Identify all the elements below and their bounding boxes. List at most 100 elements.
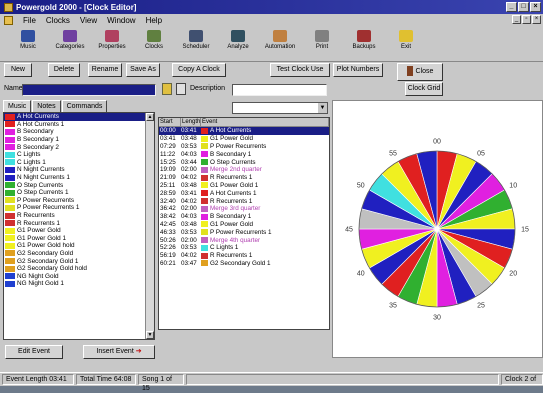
table-row[interactable]: 38:42 04:03 B Secondary 1 — [159, 213, 329, 221]
copy-clock-button[interactable]: Copy A Clock — [172, 63, 226, 77]
row-start: 46:33 — [160, 228, 176, 236]
list-item[interactable]: G1 Power Gold hold — [4, 242, 154, 250]
table-row[interactable]: 36:42 02:00 Merge 3rd quarter — [159, 205, 329, 213]
list-item[interactable]: NG Night Gold — [4, 272, 154, 280]
menu-file[interactable]: File — [23, 16, 36, 25]
list-item[interactable]: O Step Currents — [4, 181, 154, 189]
list-item[interactable]: B Secondary — [4, 128, 154, 136]
scroll-down-icon[interactable]: ▼ — [146, 331, 154, 339]
test-clock-use-button[interactable]: Test Clock Use — [270, 63, 330, 77]
event-color-swatch — [5, 189, 15, 196]
clock-grid[interactable]: Start Length Event 00:00 03:41 A Hot Curre… — [158, 117, 330, 330]
scroll-up-icon[interactable]: ▲ — [146, 113, 154, 121]
row-length: 04:02 — [181, 174, 197, 182]
mdi-restore-button[interactable]: ▫ — [522, 15, 531, 24]
table-row[interactable]: 19:09 02:00 Merge 2nd quarter — [159, 166, 329, 174]
plot-numbers-button[interactable]: Plot Numbers — [333, 63, 383, 77]
list-item[interactable]: C Lights — [4, 151, 154, 159]
list-item[interactable]: N Night Currents 1 — [4, 174, 154, 182]
table-row[interactable]: 07:29 03:53 P Power Recurrents — [159, 143, 329, 151]
list-item[interactable]: R Recurrents 1 — [4, 219, 154, 227]
maximize-button[interactable]: □ — [518, 2, 529, 12]
toolbar-music-button[interactable]: Music — [8, 28, 48, 60]
menu-clocks[interactable]: Clocks — [46, 16, 70, 25]
list-item[interactable]: O Step Currents 1 — [4, 189, 154, 197]
row-start: 28:59 — [160, 189, 176, 197]
list-item[interactable]: P Power Recurrents — [4, 197, 154, 205]
toolbar-categories-button[interactable]: Categories — [50, 28, 90, 60]
list-item[interactable]: P Power Recurrents 1 — [4, 204, 154, 212]
event-list-scrollbar[interactable]: ▲ ▼ — [145, 113, 154, 339]
list-item[interactable]: A Hot Currents 1 — [4, 121, 154, 129]
rename-button[interactable]: Rename — [88, 63, 122, 77]
clock-minute-label: 40 — [357, 271, 365, 278]
table-row[interactable]: 21:09 04:02 R Recurrents 1 — [159, 174, 329, 182]
row-length: 04:03 — [181, 213, 197, 221]
table-row[interactable]: 25:11 03:48 G1 Power Gold 1 — [159, 182, 329, 190]
table-row[interactable]: 15:25 03:44 O Step Currents — [159, 158, 329, 166]
table-row[interactable]: 42:45 03:48 G1 Power Gold — [159, 221, 329, 229]
table-row[interactable]: 32:40 04:02 R Recurrents 1 — [159, 197, 329, 205]
save-as-button[interactable]: Save As — [126, 63, 160, 77]
table-row[interactable]: 52:26 03:53 C Lights 1 — [159, 244, 329, 252]
list-item[interactable]: C Lights 1 — [4, 159, 154, 167]
list-item[interactable]: G2 Secondary Gold — [4, 250, 154, 258]
list-item[interactable]: A Hot Currents — [4, 113, 154, 121]
row-start: 03:41 — [160, 135, 176, 143]
close-button[interactable]: Close — [397, 63, 443, 81]
list-item[interactable]: G2 Secondary Gold hold — [4, 265, 154, 273]
tab-music[interactable]: Music — [3, 100, 32, 112]
menu-window[interactable]: Window — [107, 16, 135, 25]
tab-commands[interactable]: Commands — [61, 100, 108, 112]
clock-minute-label: 05 — [477, 150, 485, 157]
toolbar-clocks-button[interactable]: Clocks — [134, 28, 174, 60]
event-label: A Hot Currents — [17, 113, 59, 121]
minimize-button[interactable]: _ — [506, 2, 517, 12]
row-length: 04:02 — [181, 197, 197, 205]
table-row[interactable]: 50:26 02:00 Merge 4th quarter — [159, 236, 329, 244]
table-row[interactable]: 28:59 03:41 A Hot Currents 1 — [159, 189, 329, 197]
header-start: Start — [159, 118, 181, 126]
list-item[interactable]: B Secondary 2 — [4, 143, 154, 151]
list-item[interactable]: G2 Secondary Gold 1 — [4, 257, 154, 265]
menu-help[interactable]: Help — [146, 16, 162, 25]
new-button[interactable]: New — [4, 63, 32, 77]
status-clock: Clock 2 of — [501, 374, 543, 385]
event-color-swatch — [5, 121, 15, 128]
clock-selector[interactable]: ▼ — [232, 102, 328, 114]
edit-event-button[interactable]: Edit Event — [5, 345, 63, 359]
toolbar-automation-button[interactable]: Automation — [260, 28, 300, 60]
mdi-minimize-button[interactable]: _ — [512, 15, 521, 24]
toolbar-properties-button[interactable]: Properties — [92, 28, 132, 60]
clock-wheel: 00 05 10 15 20 25 30 35 40 45 50 55 — [345, 139, 529, 322]
row-color-swatch — [201, 260, 208, 267]
table-row[interactable]: 56:19 04:02 R Recurrents 1 — [159, 252, 329, 260]
mdi-close-button[interactable]: × — [532, 15, 541, 24]
description-field[interactable] — [232, 84, 327, 96]
list-item[interactable]: N Night Currents — [4, 166, 154, 174]
list-item[interactable]: G1 Power Gold 1 — [4, 235, 154, 243]
table-row[interactable]: 03:41 03:48 G1 Power Gold — [159, 135, 329, 143]
tab-notes[interactable]: Notes — [32, 100, 61, 112]
delete-button[interactable]: Delete — [48, 63, 80, 77]
table-row[interactable]: 60:21 03:47 G2 Secondary Gold 1 — [159, 260, 329, 268]
menu-view[interactable]: View — [80, 16, 97, 25]
event-list[interactable]: A Hot Currents A Hot Currents 1B Secondar… — [3, 112, 155, 340]
list-item[interactable]: R Recurrents — [4, 212, 154, 220]
close-window-button[interactable]: × — [530, 2, 541, 12]
list-item[interactable]: NG Night Gold 1 — [4, 280, 154, 288]
table-row[interactable]: 11:22 04:03 B Secondary 1 — [159, 150, 329, 158]
table-row[interactable]: 46:33 03:53 P Power Recurrents 1 — [159, 228, 329, 236]
insert-event-button[interactable]: Insert Event ➔ — [83, 345, 155, 359]
name-field[interactable] — [22, 84, 156, 96]
toolbar-print-button[interactable]: Print — [302, 28, 342, 60]
list-item[interactable]: G1 Power Gold — [4, 227, 154, 235]
toolbar-backups-button[interactable]: Backups — [344, 28, 384, 60]
list-item[interactable]: B Secondary 1 — [4, 136, 154, 144]
toolbar-scheduler-button[interactable]: Scheduler — [176, 28, 216, 60]
clock-grid-button[interactable]: Clock Grid — [405, 82, 443, 96]
toolbar-exit-button[interactable]: Exit — [386, 28, 426, 60]
table-row[interactable]: 00:00 03:41 A Hot Currents — [159, 127, 329, 135]
toolbar-analyze-button[interactable]: Analyze — [218, 28, 258, 60]
row-length: 02:00 — [181, 236, 197, 244]
